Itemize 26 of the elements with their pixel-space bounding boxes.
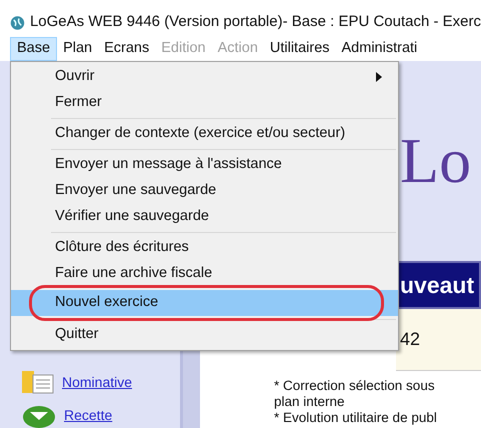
menu-item[interactable]: Ouvrir [11, 64, 398, 90]
menu-bar-item[interactable]: Administrati [336, 37, 424, 61]
logo-text: Lo [400, 129, 472, 193]
menu-item[interactable]: Envoyer une sauvegarde [11, 178, 398, 204]
menu-bar-item[interactable]: Plan [57, 37, 98, 61]
menu-item[interactable]: Quitter [11, 322, 398, 348]
sidebar-link[interactable]: Nominative [62, 372, 132, 393]
table-cell-text: 42 [400, 328, 420, 351]
window-title: LoGeAs WEB 9446 (Version portable)- Base : EPU Coutach - Exerc [30, 12, 481, 32]
menu-item[interactable]: Vérifier une sauvegarde [11, 204, 398, 230]
menu-item[interactable]: Nouvel exercice [11, 290, 398, 316]
note-line: * Evolution utilitaire de publ [274, 410, 438, 426]
menu-item[interactable]: Clôture des écritures [11, 235, 398, 261]
notebook-icon [22, 371, 54, 394]
sidebar-link[interactable]: Recette [64, 404, 112, 426]
menu-item[interactable]: Fermer [11, 90, 398, 116]
menu-item[interactable]: Envoyer un message à l'assistance [11, 152, 398, 178]
menu-item[interactable]: Faire une archive fiscale [11, 261, 398, 287]
menu-bar-item[interactable]: Ecrans [98, 37, 156, 61]
news-banner: uveaut [396, 261, 481, 309]
menu-item[interactable]: Changer de contexte (exercice et/ou secteur) [11, 121, 398, 147]
submenu-arrow-icon [376, 72, 382, 82]
note-line: * Correction sélection sous [274, 378, 436, 394]
menu-bar-item[interactable]: Utilitaires [264, 37, 336, 61]
menu-bar-item[interactable]: Base [10, 37, 58, 61]
note-line: plan interne [274, 394, 346, 410]
